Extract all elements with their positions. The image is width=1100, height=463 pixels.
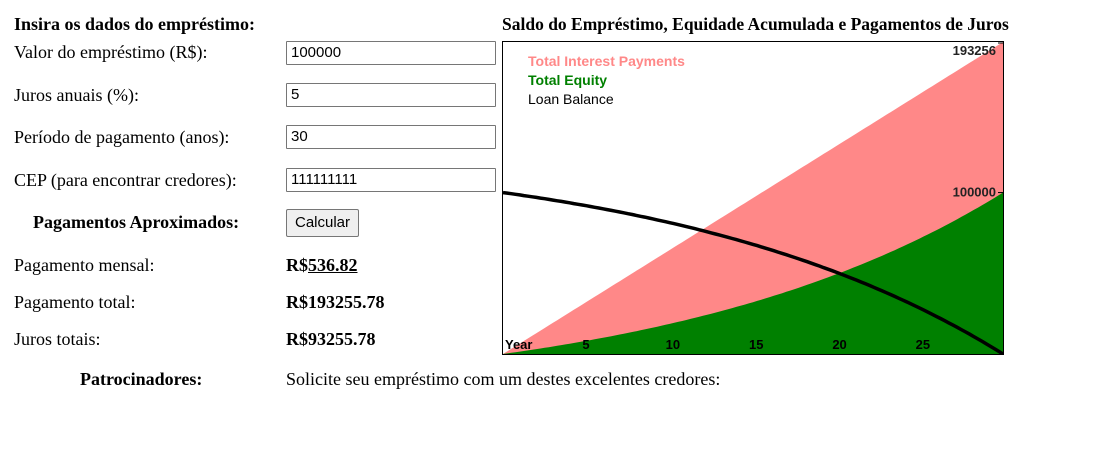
monthly-payment-value: R$536.82 [286, 255, 358, 276]
calculate-button[interactable]: Calcular [286, 209, 360, 237]
legend-item: Total Interest Payments [528, 53, 685, 69]
zip-label: CEP (para encontrar credores): [14, 170, 237, 190]
x-tick-label: 10 [666, 337, 680, 352]
total-interest-label: Juros totais: [14, 329, 101, 349]
y-tick-label: 193256 [953, 43, 996, 58]
zip-input[interactable]: 111111111 [286, 168, 496, 192]
monthly-currency: R$ [286, 255, 308, 275]
loan-amount-input[interactable]: 100000 [286, 41, 496, 65]
sponsors-label: Patrocinadores: [80, 369, 203, 389]
monthly-amount-link[interactable]: 536.82 [308, 255, 358, 275]
approx-payments-label: Pagamentos Aproximados: [33, 212, 240, 232]
x-tick-label: 15 [749, 337, 763, 352]
x-tick-label: 20 [832, 337, 846, 352]
annual-rate-label: Juros anuais (%): [14, 85, 139, 105]
total-interest-value: R$93255.78 [286, 329, 376, 349]
form-heading: Insira os dados do empréstimo: [14, 14, 256, 34]
chart-legend: Total Interest Payments Total Equity Loan … [528, 53, 685, 107]
loan-chart: Year 5 10 15 20 25 193256 100000 Total Interes… [502, 41, 1004, 355]
loan-amount-label: Valor do empréstimo (R$): [14, 42, 208, 62]
chart-title: Saldo do Empréstimo, Equidade Acumulada … [502, 14, 1009, 34]
x-axis-label: Year [505, 337, 532, 352]
legend-item: Total Equity [528, 72, 607, 88]
y-tick-label: 100000 [953, 185, 996, 200]
period-input[interactable]: 30 [286, 125, 496, 149]
monthly-payment-label: Pagamento mensal: [14, 255, 155, 275]
x-tick-label: 25 [916, 337, 930, 352]
period-label: Período de pagamento (anos): [14, 127, 230, 147]
loan-chart-svg: Year 5 10 15 20 25 193256 100000 Total Interes… [503, 42, 1003, 354]
x-tick-label: 5 [582, 337, 589, 352]
annual-rate-input[interactable]: 5 [286, 83, 496, 107]
sponsors-text: Solicite seu empréstimo com um destes ex… [286, 369, 721, 389]
total-payment-label: Pagamento total: [14, 292, 136, 312]
total-payment-value: R$193255.78 [286, 292, 385, 312]
legend-item: Loan Balance [528, 91, 614, 107]
